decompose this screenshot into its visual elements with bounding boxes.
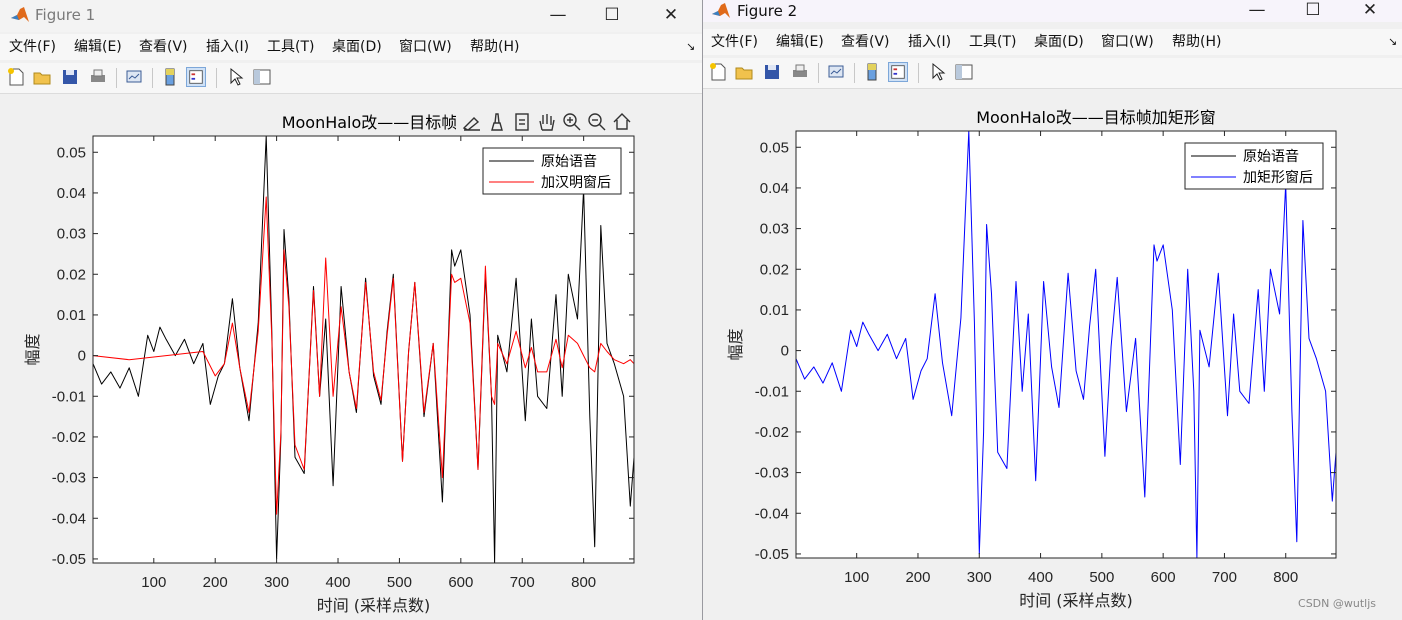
y-tick-label: -0.04	[755, 505, 789, 522]
x-axis-label: 时间 (采样点数)	[1019, 591, 1133, 610]
legend-label: 加汉明窗后	[541, 174, 611, 191]
x-tick-label: 700	[1212, 569, 1237, 586]
y-axis-label: 幅度	[726, 328, 745, 360]
chart-title: MoonHalo改——目标帧加矩形窗	[976, 108, 1216, 127]
y-tick-label: -0.03	[755, 465, 789, 482]
axes-toolbar	[456, 110, 636, 134]
x-axis-label: 时间 (采样点数)	[317, 596, 431, 615]
x-tick-label: 200	[905, 569, 930, 586]
x-tick-label: 800	[1273, 569, 1298, 586]
y-tick-label: 0.03	[57, 226, 86, 243]
y-tick-label: -0.01	[755, 383, 789, 400]
y-tick-label: 0.05	[760, 139, 789, 156]
y-tick-label: 0	[781, 343, 789, 360]
x-tick-label: 300	[967, 569, 992, 586]
y-tick-label: 0	[78, 348, 86, 365]
x-tick-label: 500	[1089, 569, 1114, 586]
y-tick-label: -0.05	[52, 551, 86, 568]
legend-label: 加矩形窗后	[1243, 169, 1313, 186]
x-tick-label: 600	[1151, 569, 1176, 586]
x-tick-label: 400	[1028, 569, 1053, 586]
y-tick-label: 0.05	[57, 144, 86, 161]
y-tick-label: 0.01	[760, 302, 789, 319]
y-tick-label: 0.04	[760, 180, 789, 197]
y-tick-label: 0.03	[760, 221, 789, 238]
figure-2-axes[interactable]: 100 200 300 400 500 600 700 800 -0.05 -0.04 -0.03 -…	[703, 0, 1402, 620]
y-tick-label: -0.05	[755, 546, 789, 563]
y-tick-label: 0.04	[57, 185, 86, 202]
y-tick-label: 0.02	[57, 266, 86, 283]
x-tick-label: 600	[448, 574, 473, 591]
y-tick-label: 0.01	[57, 307, 86, 324]
x-tick-label: 200	[203, 574, 228, 591]
y-tick-label: 0.02	[760, 261, 789, 278]
x-tick-label: 400	[326, 574, 351, 591]
y-tick-label: -0.03	[52, 470, 86, 487]
x-tick-label: 800	[571, 574, 596, 591]
y-tick-label: -0.02	[755, 424, 789, 441]
figure-2-window: Figure 2 — ☐ ✕ 文件(F) 编辑(E) 查看(V) 插入(I) 工…	[703, 0, 1402, 620]
x-tick-label: 500	[387, 574, 412, 591]
y-axis-label: 幅度	[23, 333, 42, 365]
y-tick-label: -0.01	[52, 388, 86, 405]
watermark: CSDN @wutljs	[1298, 597, 1376, 610]
y-tick-label: -0.04	[52, 510, 86, 527]
y-tick-label: -0.02	[52, 429, 86, 446]
x-tick-label: 100	[844, 569, 869, 586]
x-tick-label: 700	[510, 574, 535, 591]
legend-label: 原始语音	[541, 153, 597, 170]
plot-area	[796, 131, 1336, 558]
x-tick-label: 300	[264, 574, 289, 591]
x-tick-label: 100	[141, 574, 166, 591]
figure-1-axes[interactable]: 100 200 300 400 500 600 700 800 -0.05 -0.04 -0.03 -…	[0, 0, 703, 620]
figure-1-window: Figure 1 — ☐ ✕ 文件(F) 编辑(E) 查看(V) 插入(I) 工…	[0, 0, 703, 620]
legend-label: 原始语音	[1243, 148, 1299, 165]
